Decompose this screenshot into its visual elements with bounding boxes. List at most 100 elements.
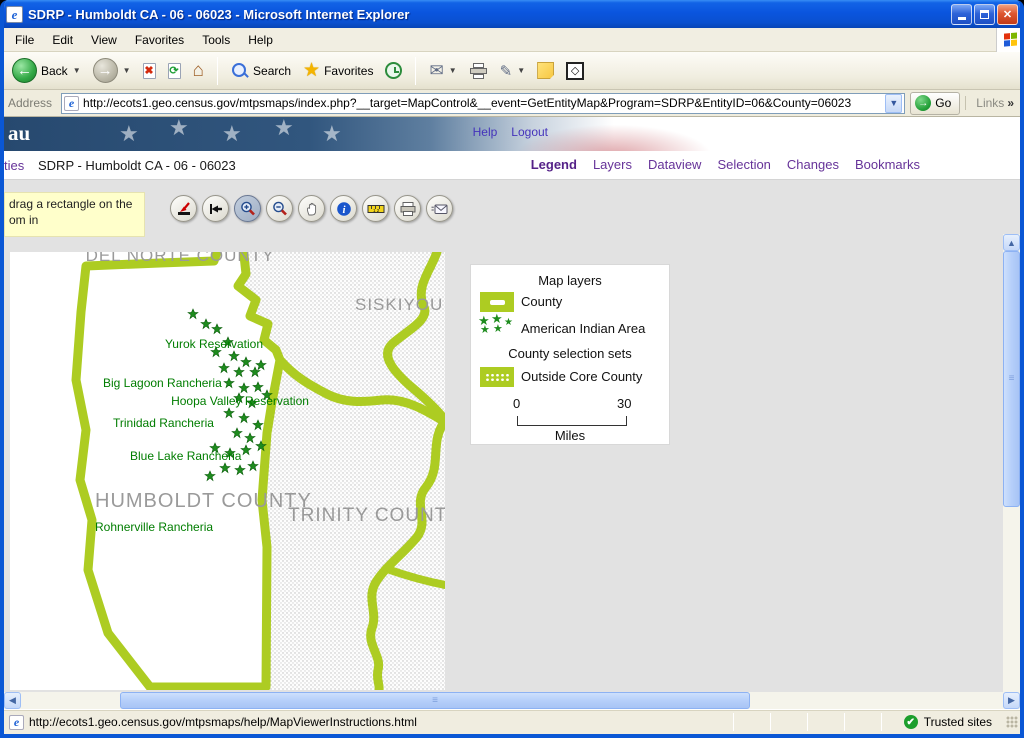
favorites-button[interactable]: ★ Favorites — [299, 57, 377, 84]
stop-button[interactable]: ✖ — [139, 61, 160, 81]
menu-edit[interactable]: Edit — [43, 30, 82, 50]
home-icon: ⌂ — [193, 62, 204, 80]
mail-icon: ✉ — [429, 61, 443, 81]
scale-end: 30 — [617, 396, 631, 411]
tab-bookmarks[interactable]: Bookmarks — [855, 157, 920, 172]
label-big-lagoon-rancheria: Big Lagoon Rancheria — [103, 376, 222, 390]
status-separator — [844, 713, 845, 731]
print-map-button[interactable] — [394, 195, 421, 222]
forward-button[interactable]: → ▼ — [89, 56, 135, 85]
page-nav: Legend Layers Dataview Selection Changes… — [531, 157, 920, 172]
label-del-norte-county: DEL NORTE COUNTY — [86, 252, 275, 265]
tab-layers[interactable]: Layers — [593, 157, 632, 172]
county-legend-label: County — [521, 294, 562, 309]
status-separator — [770, 713, 771, 731]
american-indian-area-swatch: ★ ★ ★ ★ ★ — [478, 315, 516, 339]
zoom-full-extent-button[interactable] — [170, 195, 197, 222]
address-url-text[interactable]: http://ecots1.geo.census.gov/mtpsmaps/in… — [83, 96, 881, 110]
address-label: Address — [4, 96, 56, 110]
horizontal-scrollbar[interactable]: ◀ ▶ — [4, 692, 1020, 709]
map-viewport[interactable]: DEL NORTE COUNTY SISKIYOU HUMBOLDT COUNT… — [10, 252, 445, 690]
page-favicon: e — [64, 96, 79, 111]
label-siskiyou-county: SISKIYOU — [355, 295, 443, 314]
discuss-button[interactable]: ◇ — [562, 60, 588, 82]
tab-legend[interactable]: Legend — [531, 157, 577, 172]
refresh-button[interactable]: ⟳ — [164, 61, 185, 81]
links-chevron-icon: » — [1007, 96, 1014, 110]
go-button[interactable]: → Go — [910, 92, 960, 115]
label-trinidad-rancheria: Trinidad Rancheria — [113, 416, 214, 430]
zoom-out-button[interactable] — [266, 195, 293, 222]
print-button[interactable] — [465, 61, 492, 81]
menu-file[interactable]: File — [6, 30, 43, 50]
close-button[interactable]: ✕ — [997, 4, 1018, 25]
previous-extent-button[interactable] — [202, 195, 229, 222]
back-button[interactable]: ← Back ▼ — [8, 56, 85, 85]
zone-label: Trusted sites — [924, 715, 992, 729]
census-banner: au ★ ★ ★ ★ ★ Help Logout — [4, 117, 1020, 151]
vertical-scroll-thumb[interactable] — [1003, 251, 1020, 507]
humboldt-county-shape[interactable] — [76, 252, 280, 687]
menu-help[interactable]: Help — [239, 30, 282, 50]
breadcrumb[interactable]: ties — [4, 158, 24, 173]
links-button[interactable]: Links» — [965, 96, 1020, 110]
logout-link[interactable]: Logout — [511, 125, 548, 139]
home-button[interactable]: ⌂ — [189, 60, 208, 82]
tab-dataview[interactable]: Dataview — [648, 157, 701, 172]
scale-unit: Miles — [471, 428, 669, 443]
identify-button[interactable]: i — [330, 195, 357, 222]
edit-button[interactable]: ✎ ▼ — [496, 60, 530, 82]
scroll-up-icon[interactable]: ▲ — [1003, 234, 1020, 251]
page-title: SDRP - Humboldt CA - 06 - 06023 — [38, 158, 236, 173]
menu-tools[interactable]: Tools — [193, 30, 239, 50]
scroll-right-icon[interactable]: ▶ — [1003, 692, 1020, 709]
american-indian-area-label: American Indian Area — [521, 321, 645, 336]
envelope-icon — [431, 201, 449, 217]
title-bar[interactable]: e SDRP - Humboldt CA - 06 - 06023 - Micr… — [0, 0, 1024, 28]
go-arrow-icon: → — [915, 95, 931, 111]
scroll-left-icon[interactable]: ◀ — [4, 692, 21, 709]
outside-core-label: Outside Core County — [521, 369, 642, 384]
map-instruction-tooltip: drag a rectangle on the om in — [4, 192, 145, 237]
window-title: SDRP - Humboldt CA - 06 - 06023 - Micros… — [28, 7, 951, 22]
resize-grip[interactable] — [1006, 716, 1018, 728]
forward-dropdown-icon[interactable]: ▼ — [123, 66, 131, 75]
flag-star-icon: ★ — [222, 121, 242, 147]
vertical-scrollbar[interactable]: ▲ ▼ — [1003, 234, 1020, 692]
mail-dropdown-icon[interactable]: ▼ — [449, 66, 457, 75]
info-icon: i — [336, 201, 352, 217]
minimize-button[interactable] — [951, 4, 972, 25]
history-clock-icon — [385, 62, 402, 79]
back-icon: ← — [12, 58, 37, 83]
search-button[interactable]: Search — [227, 60, 295, 82]
pan-button[interactable] — [298, 195, 325, 222]
horizontal-scroll-thumb[interactable] — [120, 692, 750, 709]
menu-favorites[interactable]: Favorites — [126, 30, 193, 50]
history-button[interactable] — [381, 60, 406, 81]
edit-dropdown-icon[interactable]: ▼ — [517, 66, 525, 75]
maximize-button[interactable] — [974, 4, 995, 25]
county-map[interactable]: DEL NORTE COUNTY SISKIYOU HUMBOLDT COUNT… — [10, 252, 445, 690]
address-input[interactable]: e http://ecots1.geo.census.gov/mtpsmaps/… — [61, 93, 905, 114]
label-trinity-county: TRINITY COUNTY — [288, 505, 445, 526]
banner-text: au — [8, 121, 30, 146]
notes-button[interactable] — [533, 60, 558, 81]
status-bar: e http://ecots1.geo.census.gov/mtpsmaps/… — [4, 709, 1020, 734]
flag-star-icon: ★ — [274, 117, 294, 141]
tab-selection[interactable]: Selection — [717, 157, 770, 172]
help-link[interactable]: Help — [473, 125, 498, 139]
discuss-diamond-icon: ◇ — [566, 62, 584, 80]
email-map-button[interactable] — [426, 195, 453, 222]
zoom-in-button[interactable] — [234, 195, 261, 222]
back-dropdown-icon[interactable]: ▼ — [73, 66, 81, 75]
search-label: Search — [253, 64, 291, 78]
label-rohnerville-rancheria: Rohnerville Rancheria — [95, 520, 213, 534]
mail-button[interactable]: ✉ ▼ — [425, 59, 460, 83]
selection-sets-title: County selection sets — [471, 346, 669, 361]
address-dropdown-icon[interactable]: ▼ — [885, 94, 902, 113]
menu-view[interactable]: View — [82, 30, 126, 50]
status-separator — [881, 713, 882, 731]
search-icon — [231, 62, 249, 80]
measure-button[interactable]: 1 2 — [362, 195, 389, 222]
tab-changes[interactable]: Changes — [787, 157, 839, 172]
